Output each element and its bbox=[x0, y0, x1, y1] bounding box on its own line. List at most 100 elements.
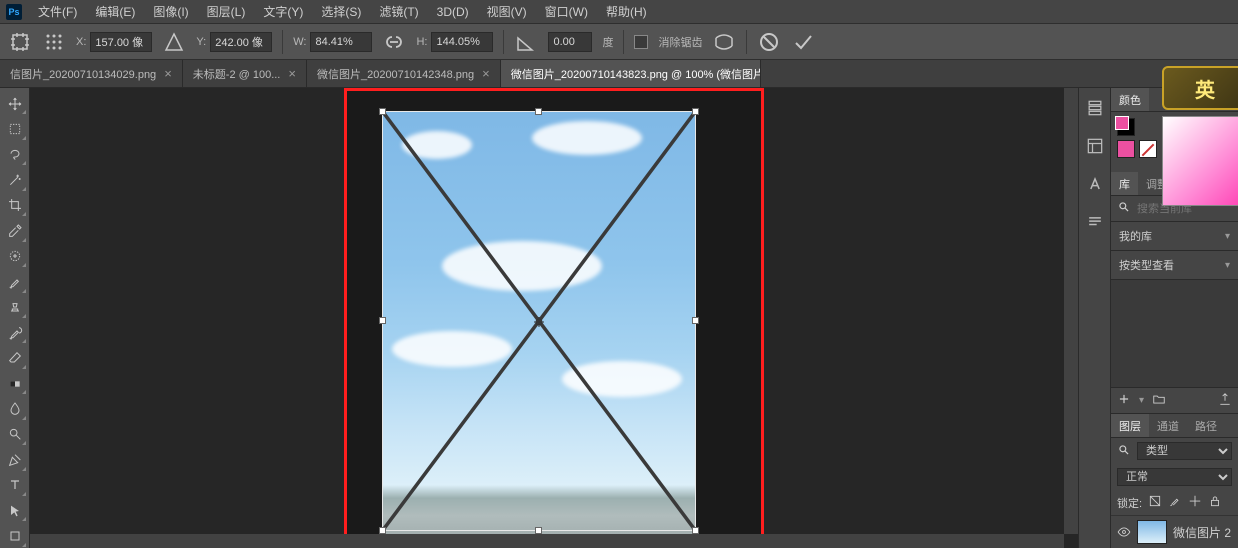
y-input[interactable] bbox=[210, 32, 272, 52]
search-icon bbox=[1117, 443, 1131, 460]
layer-filter-select[interactable]: 类型 bbox=[1137, 442, 1232, 460]
layer-row[interactable]: 微信图片 2 bbox=[1111, 515, 1238, 548]
pen-tool-icon[interactable] bbox=[3, 448, 27, 471]
chevron-down-icon[interactable]: ▾ bbox=[1139, 395, 1144, 406]
scrollbar-horizontal[interactable] bbox=[30, 534, 1064, 548]
menu-3d[interactable]: 3D(D) bbox=[429, 2, 477, 22]
library-view-mode[interactable]: 按类型查看 ▾ bbox=[1111, 251, 1238, 280]
scrollbar-vertical[interactable] bbox=[1064, 88, 1078, 534]
lock-transparent-icon[interactable] bbox=[1148, 494, 1162, 511]
add-icon[interactable] bbox=[1117, 392, 1131, 409]
reference-point-icon[interactable] bbox=[42, 30, 66, 54]
divider bbox=[282, 30, 283, 54]
library-search bbox=[1111, 196, 1238, 222]
crop-tool-icon[interactable] bbox=[3, 194, 27, 217]
antialias-checkbox[interactable] bbox=[634, 35, 648, 49]
layer-thumbnail[interactable] bbox=[1137, 520, 1167, 544]
gradient-tool-icon[interactable] bbox=[3, 372, 27, 395]
upload-icon[interactable] bbox=[1218, 392, 1232, 409]
view-mode-label: 按类型查看 bbox=[1119, 257, 1174, 273]
tab-paths[interactable]: 路径 bbox=[1187, 414, 1225, 437]
blend-mode-select[interactable]: 正常 bbox=[1117, 468, 1232, 486]
paragraph-panel-icon[interactable] bbox=[1085, 212, 1105, 232]
menu-edit[interactable]: 编辑(E) bbox=[87, 0, 143, 23]
transform-handle-mr[interactable] bbox=[692, 317, 699, 324]
transform-handle-tr[interactable] bbox=[692, 108, 699, 115]
lock-position-icon[interactable] bbox=[1188, 494, 1202, 511]
commit-transform-icon[interactable] bbox=[791, 30, 815, 54]
lock-all-icon[interactable] bbox=[1208, 494, 1222, 511]
document-tab[interactable]: 微信图片_20200710142348.png × bbox=[307, 60, 501, 87]
close-icon[interactable]: × bbox=[482, 66, 490, 81]
transform-handle-bm[interactable] bbox=[535, 527, 542, 534]
menu-layer[interactable]: 图层(L) bbox=[199, 0, 254, 23]
close-icon[interactable]: × bbox=[164, 66, 172, 81]
angle-input[interactable] bbox=[548, 32, 592, 52]
document-tab-active[interactable]: 微信图片_20200710143823.png @ 100% (微信图片_202… bbox=[501, 60, 761, 87]
eyedropper-tool-icon[interactable] bbox=[3, 219, 27, 242]
menu-image[interactable]: 图像(I) bbox=[145, 0, 196, 23]
transform-tool-icon[interactable] bbox=[8, 30, 32, 54]
transform-handle-br[interactable] bbox=[692, 527, 699, 534]
link-wh-icon[interactable] bbox=[382, 30, 406, 54]
y-label: Y: bbox=[196, 36, 206, 48]
dodge-tool-icon[interactable] bbox=[3, 423, 27, 446]
tab-library[interactable]: 库 bbox=[1111, 172, 1138, 195]
swatch-none[interactable] bbox=[1139, 140, 1157, 158]
transform-handle-tm[interactable] bbox=[535, 108, 542, 115]
properties-panel-icon[interactable] bbox=[1085, 136, 1105, 156]
menu-help[interactable]: 帮助(H) bbox=[598, 0, 655, 23]
clone-stamp-tool-icon[interactable] bbox=[3, 296, 27, 319]
h-input[interactable] bbox=[431, 32, 493, 52]
eye-icon[interactable] bbox=[1117, 525, 1131, 539]
canvas-area[interactable] bbox=[30, 88, 1078, 548]
w-input[interactable] bbox=[310, 32, 372, 52]
tabs-overflow-button[interactable]: >> bbox=[1204, 60, 1238, 87]
library-select[interactable]: 我的库 ▾ bbox=[1111, 222, 1238, 251]
transform-center-icon[interactable] bbox=[534, 316, 544, 326]
swatch-pink[interactable] bbox=[1117, 140, 1135, 158]
tab-color[interactable]: 颜色 bbox=[1111, 88, 1149, 111]
history-panel-icon[interactable] bbox=[1085, 98, 1105, 118]
menu-filter[interactable]: 滤镜(T) bbox=[371, 0, 426, 23]
menu-type[interactable]: 文字(Y) bbox=[255, 0, 311, 23]
spot-heal-tool-icon[interactable] bbox=[3, 245, 27, 268]
eraser-tool-icon[interactable] bbox=[3, 346, 27, 369]
transform-handle-ml[interactable] bbox=[379, 317, 386, 324]
transform-bounding-box[interactable] bbox=[382, 111, 696, 531]
magic-wand-tool-icon[interactable] bbox=[3, 168, 27, 191]
fg-bg-swatch[interactable] bbox=[1117, 118, 1135, 136]
library-search-input[interactable] bbox=[1137, 203, 1238, 215]
library-panel-tabs: 库 调整 bbox=[1111, 172, 1238, 196]
history-brush-tool-icon[interactable] bbox=[3, 321, 27, 344]
menu-file[interactable]: 文件(F) bbox=[30, 0, 85, 23]
document-tab[interactable]: 信图片_20200710134029.png × bbox=[0, 60, 183, 87]
character-panel-icon[interactable] bbox=[1085, 174, 1105, 194]
path-select-tool-icon[interactable] bbox=[3, 499, 27, 522]
lock-pixels-icon[interactable] bbox=[1168, 494, 1182, 511]
brush-tool-icon[interactable] bbox=[3, 270, 27, 293]
warp-icon[interactable] bbox=[712, 30, 736, 54]
tab-layers[interactable]: 图层 bbox=[1111, 414, 1149, 437]
transform-handle-tl[interactable] bbox=[379, 108, 386, 115]
marquee-tool-icon[interactable] bbox=[3, 117, 27, 140]
shape-tool-icon[interactable] bbox=[3, 524, 27, 547]
move-tool-icon[interactable] bbox=[3, 92, 27, 115]
menu-select[interactable]: 选择(S) bbox=[313, 0, 369, 23]
folder-icon[interactable] bbox=[1152, 392, 1166, 409]
delta-icon[interactable] bbox=[162, 30, 186, 54]
x-input[interactable] bbox=[90, 32, 152, 52]
document-tab-label: 未标题-2 @ 100... bbox=[193, 66, 281, 82]
layer-name[interactable]: 微信图片 2 bbox=[1173, 524, 1231, 541]
document-tab[interactable]: 未标题-2 @ 100... × bbox=[183, 60, 307, 87]
transform-handle-bl[interactable] bbox=[379, 527, 386, 534]
tab-adjustments[interactable]: 调整 bbox=[1138, 172, 1176, 195]
type-tool-icon[interactable] bbox=[3, 474, 27, 497]
cancel-transform-icon[interactable] bbox=[757, 30, 781, 54]
lasso-tool-icon[interactable] bbox=[3, 143, 27, 166]
tab-channels[interactable]: 通道 bbox=[1149, 414, 1187, 437]
menu-view[interactable]: 视图(V) bbox=[479, 0, 535, 23]
menu-window[interactable]: 窗口(W) bbox=[537, 0, 596, 23]
close-icon[interactable]: × bbox=[288, 66, 296, 81]
blur-tool-icon[interactable] bbox=[3, 397, 27, 420]
